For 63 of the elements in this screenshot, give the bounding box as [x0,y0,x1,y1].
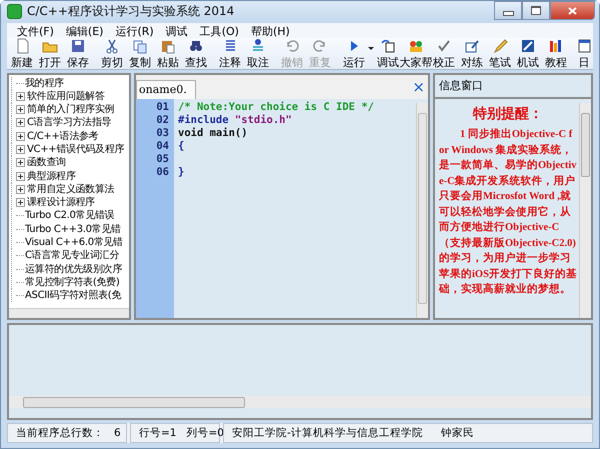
menu-item[interactable]: 帮助(H) [244,22,296,38]
code-token: "stdio.h" [234,114,292,126]
toolbar-button[interactable]: 运行 [340,38,368,70]
tree-item[interactable]: Visual C++6.0常见错 [25,236,123,250]
status-text: 当前程序总行数： [16,426,104,440]
tree-item[interactable]: 我的程序 [25,76,64,90]
status-text: 钟家民 [440,426,474,440]
line-number: 06 [156,166,169,178]
code-token: #include [178,114,230,126]
line-number: 04 [156,140,169,152]
line-number: 02 [156,114,169,126]
toolbar-button[interactable]: 复制 [126,38,154,70]
tree-item[interactable]: 运算符的优先级别次序 [25,262,122,276]
editor-tab[interactable]: oname0. [136,80,196,100]
tree-item[interactable]: 软件应用问题解答 [27,90,105,103]
tree-item[interactable]: 函数查询 [27,156,66,170]
toolbar-button[interactable]: 查找 [182,38,210,70]
tree-item[interactable]: C/C++语法参考 [27,130,98,143]
menu-item[interactable]: 编辑(E) [60,22,110,38]
status-text: 行号=1 [139,426,176,440]
code-token: { [178,140,184,152]
menu-item[interactable]: 运行(R) [109,22,160,38]
info-paragraph: 1 同步推出Objective-C for Windows 集成实验系统，是一款简单、易学的Objective-C集成开发系统软件，用户只要会用Microsfot Word ,就可以轻松地学会使用它，从而方便地进行Objective-C（支持最新版Objective-C2.0)的学习，为用户进一步学习苹果的iOS开发打下良好的基础，实现高薪就业的梦想。 [439,127,577,298]
tree-item[interactable]: VC++错误代码及程序 [27,142,124,156]
tree-item[interactable]: C语言常见专业词汇分 [25,249,119,262]
tree-item[interactable]: ASCII码字符对照表(免 [25,289,122,302]
toolbar-button[interactable]: 剪切 [98,38,126,70]
tree-item[interactable]: 常用自定义函数算法 [27,182,114,196]
menu-item[interactable]: 工具(O) [194,22,245,38]
toolbar-button[interactable]: 保存 [64,38,92,70]
status-text: 安阳工学院-计算机科学与信息工程学院 [232,426,423,440]
code-token: /* Note:Your choice is C IDE */ [178,101,374,114]
tree-item[interactable]: 典型源程序 [27,170,76,183]
toolbar-button[interactable]: 机试 [514,38,542,70]
toolbar-button[interactable]: 笔试 [486,38,514,70]
window-title: C/C++程序设计学习与实验系统 2014 [27,3,236,20]
code-token: void main() [178,127,248,140]
toolbar-button[interactable]: 对练 [458,38,486,70]
code-token: } [178,166,184,178]
tree-item[interactable]: 常见控制字符表(免费) [25,276,120,289]
toolbar-button[interactable]: 打开 [36,38,64,70]
menu-item[interactable]: 调试 [160,22,194,38]
line-number: 03 [156,127,169,140]
tree-item[interactable]: 课程设计源程序 [27,196,95,210]
tree-item[interactable]: Turbo C++3.0常见错 [25,222,121,236]
info-window-title: 信息窗口 [435,75,591,100]
toolbar-button[interactable]: 新建 [8,38,36,70]
status-text: 6 [114,427,121,440]
toolbar-button[interactable]: 注释 [216,38,244,70]
toolbar-button[interactable]: 大家帮 [402,38,430,70]
close-tab-button[interactable]: × [412,78,425,96]
toolbar-button[interactable]: 粘贴 [154,38,182,70]
status-text: 列号=0 [186,426,224,440]
tree-item[interactable]: 简单的入门程序实例 [27,103,114,116]
toolbar-button[interactable]: 日 [570,38,593,70]
tree-item[interactable]: Turbo C2.0常见错误 [25,209,114,222]
menu-item[interactable]: 文件(F) [11,22,60,38]
line-number: 05 [156,153,169,166]
info-heading: 特别提醒： [472,105,544,124]
tree-item[interactable]: C语言学习方法指导 [27,116,112,130]
line-number: 01 [156,101,169,114]
toolbar-button[interactable]: 取注 [244,38,272,70]
toolbar-button[interactable]: 教程 [542,38,570,70]
